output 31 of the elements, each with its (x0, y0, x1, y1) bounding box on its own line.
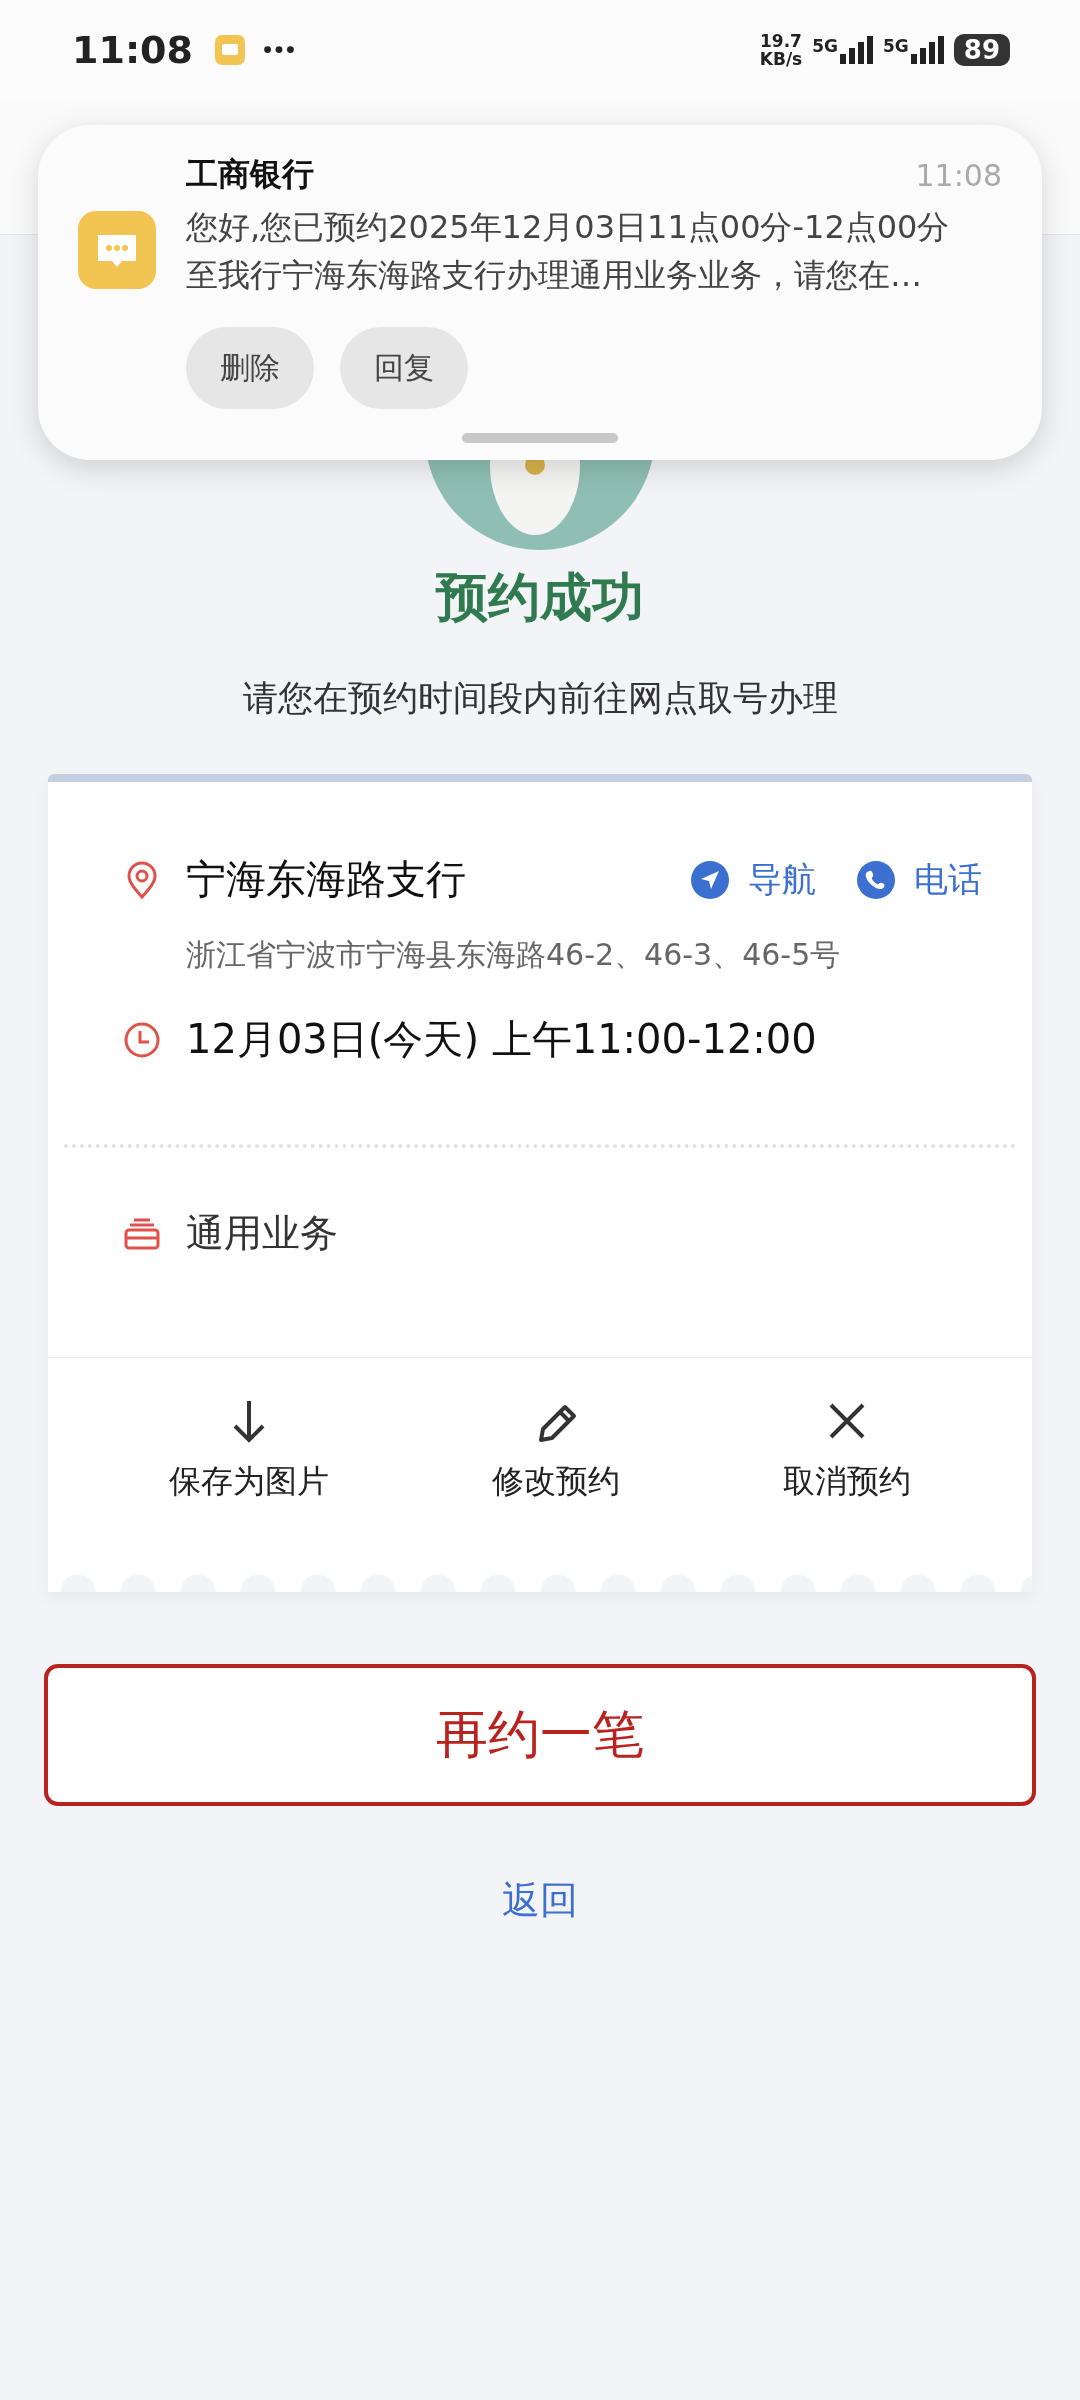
drag-handle[interactable] (462, 433, 618, 443)
notification-message: 您好,您已预约2025年12月03日11点00分-12点00分至我行宁海东海路支行办理通用业务业务，请您在… (186, 207, 951, 296)
book-again-button[interactable]: 再约一笔 (44, 1664, 1036, 1806)
network-type: 5G (883, 36, 909, 56)
message-icon (78, 211, 156, 289)
network-speed: 19.7 (760, 32, 802, 50)
network-type: 5G (812, 36, 838, 56)
clock-time: 11:08 (72, 28, 193, 72)
speed-unit: KB/s (759, 50, 803, 68)
signal-icon (840, 36, 873, 64)
battery-level: 89 (953, 34, 1010, 66)
action-link[interactable]: 电话 (856, 856, 982, 903)
ticket-action[interactable]: 保存为图片 (169, 1396, 330, 1504)
back-link[interactable]: 返回 (496, 1874, 584, 1927)
action-link[interactable]: 导航 (690, 856, 816, 903)
branch-name: 宁海东海路支行 (186, 855, 466, 904)
ticket-action[interactable]: 修改预约 (492, 1396, 620, 1504)
service-type: 通用业务 (186, 1210, 338, 1257)
success-title: 预约成功 (436, 566, 644, 629)
message-icon (214, 35, 245, 65)
appointment-time: 12月03日(今天) 上午11:00-12:00 (186, 1015, 817, 1064)
phone-icon (856, 859, 896, 900)
app-name: 工商银行 (186, 154, 314, 195)
signal-icon (910, 36, 944, 64)
notification-action[interactable]: 回复 (340, 327, 468, 409)
notification-time: 11:08 (915, 157, 1002, 193)
instruction-text: 请您在预约时间段内前往网点取号办理 (242, 677, 838, 720)
ticket-action[interactable]: 取消预约 (782, 1396, 911, 1504)
more-icon (262, 45, 295, 55)
notification-action[interactable]: 删除 (186, 327, 314, 409)
branch-address: 浙江省宁波市宁海县东海路46-2、46-3、46-5号 (186, 936, 842, 974)
